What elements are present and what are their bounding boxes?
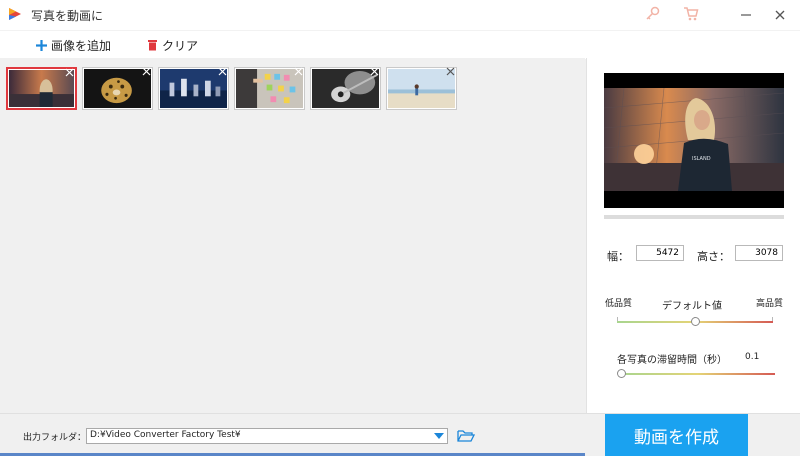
- thumbnail-guitar[interactable]: [310, 67, 381, 110]
- close-button[interactable]: [765, 0, 795, 30]
- title-bar: 写真を動画に: [0, 0, 800, 30]
- quality-default-label: デフォルト値: [662, 301, 722, 312]
- cart-icon[interactable]: [682, 5, 700, 23]
- photo-beach-child: [388, 69, 455, 108]
- width-input[interactable]: [636, 245, 684, 261]
- remove-thumbnail-icon[interactable]: [218, 67, 227, 76]
- preview-player[interactable]: ISLAND: [604, 73, 784, 208]
- clear-button[interactable]: クリア: [147, 37, 198, 53]
- svg-text:ISLAND: ISLAND: [692, 156, 711, 162]
- remove-thumbnail-icon[interactable]: [294, 67, 303, 76]
- window-title: 写真を動画に: [31, 9, 104, 23]
- image-gallery: [0, 58, 585, 413]
- settings-panel: ISLAND 幅： 高さ： 低品質 デフォルト値 高品質 各写真の滞留時間（秒）…: [586, 58, 800, 413]
- output-folder-path: D:¥Video Converter Factory Test¥: [90, 430, 241, 440]
- app-logo-icon: [9, 8, 21, 20]
- remove-thumbnail-icon[interactable]: [65, 68, 74, 77]
- duration-slider-track[interactable]: [620, 373, 775, 375]
- quality-slider-knob[interactable]: [691, 317, 700, 326]
- thumbnail-leopard[interactable]: [82, 67, 153, 110]
- close-icon: [775, 10, 785, 20]
- remove-thumbnail-icon[interactable]: [446, 67, 455, 76]
- folder-open-icon[interactable]: [457, 428, 475, 444]
- key-icon[interactable]: [644, 5, 662, 23]
- duration-value: 0.1: [745, 352, 760, 362]
- photo-leopard: [84, 69, 151, 108]
- toolbar: 画像を追加 クリア: [0, 30, 800, 59]
- plus-icon: [36, 39, 47, 51]
- photo-chess: [160, 69, 227, 108]
- trash-icon: [148, 40, 157, 51]
- quality-low-label: 低品質: [605, 299, 633, 309]
- thumbnail-chess[interactable]: [158, 67, 229, 110]
- thumbnail-girl-sunset[interactable]: [6, 67, 77, 110]
- width-label: 幅：: [607, 250, 629, 263]
- remove-thumbnail-icon[interactable]: [142, 67, 151, 76]
- thumbnail-beach-child[interactable]: [386, 67, 457, 110]
- duration-slider-knob[interactable]: [617, 369, 626, 378]
- remove-thumbnail-icon[interactable]: [370, 67, 379, 76]
- preview-progress-bar[interactable]: [604, 215, 784, 219]
- output-folder-label: 出力フォルダ：: [23, 433, 87, 443]
- height-input[interactable]: [735, 245, 783, 261]
- clear-label: クリア: [162, 38, 199, 53]
- chevron-down-icon[interactable]: [434, 433, 444, 439]
- height-label: 高さ：: [697, 250, 730, 263]
- add-image-button[interactable]: 画像を追加: [36, 37, 111, 53]
- add-image-label: 画像を追加: [51, 38, 112, 53]
- output-bar: 出力フォルダ： D:¥Video Converter Factory Test¥…: [0, 413, 800, 456]
- photo-sticky-notes: [236, 69, 303, 108]
- photo-guitar: [312, 69, 379, 108]
- thumbnail-sticky-notes[interactable]: [234, 67, 305, 110]
- quality-high-label: 高品質: [756, 299, 784, 309]
- minimize-icon: [741, 14, 751, 16]
- minimize-button[interactable]: [731, 0, 761, 30]
- create-video-button[interactable]: 動画を作成: [605, 414, 748, 456]
- output-folder-select[interactable]: D:¥Video Converter Factory Test¥: [86, 428, 448, 444]
- preview-image: ISLAND: [604, 88, 784, 191]
- duration-label: 各写真の滞留時間（秒）: [617, 355, 727, 366]
